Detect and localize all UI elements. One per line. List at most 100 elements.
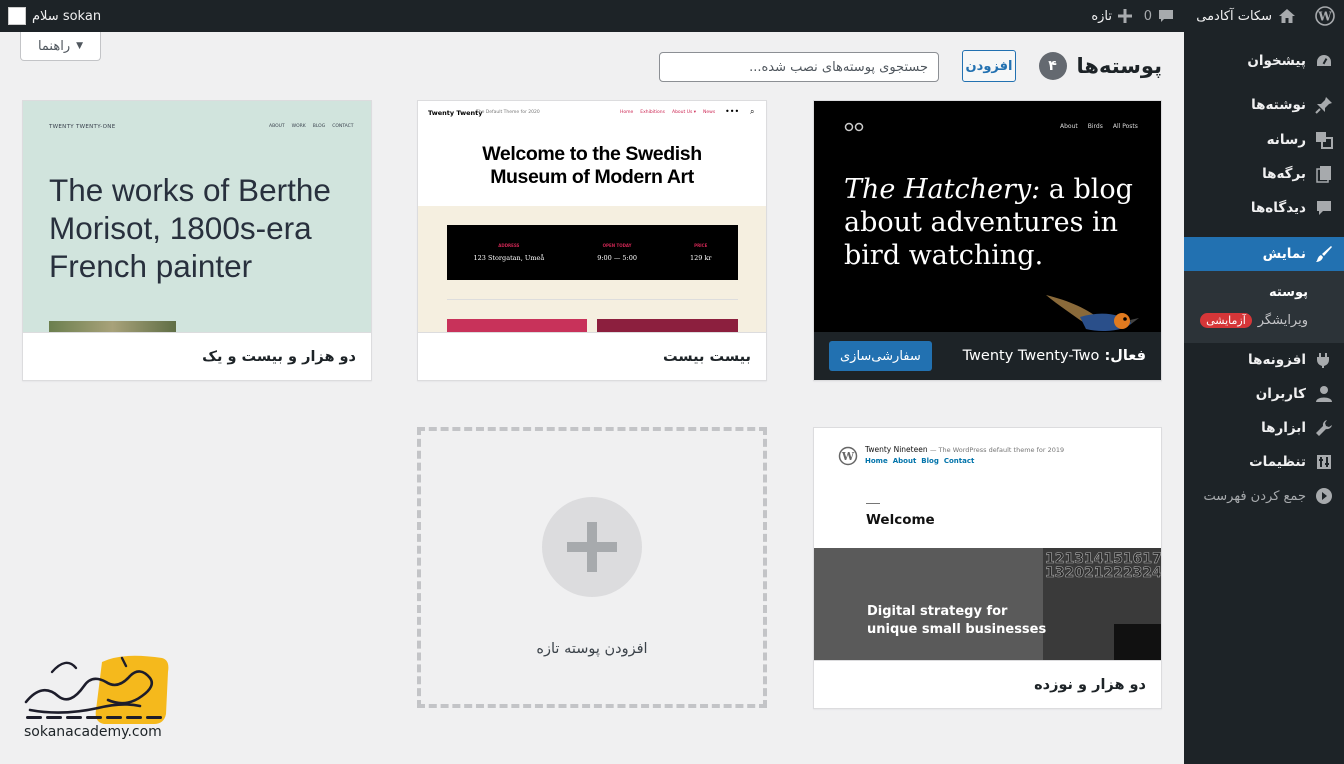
shot-info-value: 123 Storgatan, Umeå — [473, 254, 545, 262]
shot-banner-line: unique small businesses — [867, 622, 1047, 637]
sidebar-item-label: نمایش — [1262, 246, 1306, 262]
shot-calendar-number: 13 — [1064, 551, 1084, 567]
theme-name: Twenty Twenty-Two — [962, 348, 1100, 364]
sidebar-item-media[interactable]: رسانه — [1184, 123, 1344, 157]
collapse-icon — [1314, 486, 1334, 506]
shot-info-label: PRICE — [694, 243, 708, 248]
theme-screenshot: Twenty Twenty The Default Theme for 2020… — [418, 101, 766, 333]
shot-info-box: ADDRESS 123 Storgatan, Umeå OPEN TODAY 9:0… — [447, 225, 738, 280]
theme-card-twentytwenty[interactable]: Twenty Twenty The Default Theme for 2020… — [417, 100, 767, 381]
theme-screenshot: About Birds All Posts The Hatchery: a bl… — [814, 101, 1161, 333]
shot-info-cell: PRICE 129 kr — [690, 243, 712, 262]
new-label: تازه — [1091, 8, 1112, 24]
shot-info-cell: OPEN TODAY 9:00 — 5:00 — [597, 243, 637, 262]
dashboard-icon — [1314, 51, 1334, 71]
theme-name-bar: دو هزار و نوزده — [814, 660, 1161, 708]
submenu-item-label: پوسته — [1268, 284, 1308, 300]
help-tab-button[interactable]: راهنما ▼ — [20, 32, 101, 61]
admin-bar: W سکات آکادمی 0 تازه سلام sokan — [0, 0, 1344, 32]
shot-image-block — [597, 319, 738, 333]
sidebar-item-dashboard[interactable]: پیشخوان — [1184, 44, 1344, 78]
customize-button[interactable]: سفارشی‌سازی — [829, 341, 932, 371]
sidebar-item-posts[interactable]: نوشته‌ها — [1184, 88, 1344, 122]
appearance-submenu: پوسته ویرایشگر آزمایشی — [1184, 271, 1344, 343]
sidebar-item-label: پیشخوان — [1247, 53, 1306, 69]
shot-nav-item: Home — [620, 110, 634, 115]
collapse-menu-button[interactable]: جمع کردن فهرست — [1184, 479, 1344, 513]
shot-nav-item: ABOUT — [269, 124, 285, 129]
shot-nav: About Birds All Posts — [1060, 123, 1138, 130]
active-theme-bar: فعال: Twenty Twenty-Two سفارشی‌سازی — [814, 332, 1161, 380]
experimental-badge: آزمایشی — [1200, 312, 1252, 328]
collapse-label: جمع کردن فهرست — [1203, 488, 1306, 504]
sidebar-item-pages[interactable]: برگه‌ها — [1184, 157, 1344, 191]
shot-nav: ABOUT WORK BLOG CONTACT — [269, 124, 354, 129]
search-themes-input[interactable] — [659, 52, 939, 82]
sidebar-item-comments[interactable]: دیدگاه‌ها — [1184, 191, 1344, 225]
shot-calendar-number: 24 — [1142, 565, 1161, 581]
sidebar-item-label: برگه‌ها — [1262, 166, 1306, 182]
shot-info-value: 9:00 — 5:00 — [597, 254, 638, 262]
brush-icon — [1314, 244, 1334, 264]
sidebar-item-label: نوشته‌ها — [1251, 97, 1306, 113]
shot-nav-item: CONTACT — [332, 124, 354, 129]
shot-heading-line: Museum of Modern Art — [490, 166, 694, 188]
submenu-item-editor[interactable]: ویرایشگر آزمایشی — [1184, 307, 1344, 333]
shot-brand-line: Twenty Nineteen — The WordPress default … — [865, 445, 1064, 454]
sidebar-item-appearance[interactable]: نمایش — [1176, 237, 1344, 271]
sidebar-item-label: ابزارها — [1261, 420, 1306, 436]
shot-info-label: ADDRESS — [498, 243, 520, 248]
sidebar-item-settings[interactable]: تنظیمات — [1184, 445, 1344, 479]
add-new-theme-card[interactable]: افزودن پوسته تازه — [417, 427, 767, 708]
sidebar-item-label: کاربران — [1255, 386, 1306, 402]
site-name: سکات آکادمی — [1196, 8, 1272, 24]
sidebar-item-tools[interactable]: ابزارها — [1184, 411, 1344, 445]
shot-brand: Twenty Twenty — [428, 109, 483, 117]
shot-divider — [866, 503, 880, 504]
shot-dark-block — [1114, 624, 1161, 660]
submenu-item-themes[interactable]: پوسته — [1184, 279, 1344, 305]
sidebar-item-users[interactable]: کاربران — [1184, 377, 1344, 411]
media-icon — [1314, 130, 1334, 150]
shot-info-cell: ADDRESS 123 Storgatan, Umeå — [473, 243, 544, 262]
shot-brand: TWENTY TWENTY-ONE — [49, 124, 116, 130]
shot-nav-item: WORK — [291, 124, 306, 129]
shot-heading-line: French painter — [49, 248, 253, 284]
shot-welcome: Welcome — [866, 512, 935, 528]
shot-nav-item: All Posts — [1112, 123, 1138, 130]
shot-heading-line: The works of Berthe — [49, 172, 331, 208]
logo-url-text: sokanacademy.com — [24, 724, 162, 740]
shot-nav-item: Blog — [921, 457, 939, 465]
plus-icon — [567, 522, 617, 572]
new-content-link[interactable]: تازه — [1091, 0, 1132, 32]
site-name-link[interactable]: سکات آکادمی — [1196, 0, 1296, 32]
shot-nav-item: About Us ▾ — [671, 110, 697, 115]
theme-name: دو هزار و بیست و یک — [202, 348, 356, 365]
theme-screenshot: TWENTY TWENTY-ONE ABOUT WORK BLOG CONTAC… — [23, 101, 371, 333]
svg-text:W: W — [1317, 10, 1332, 24]
theme-name: بیست بیست — [663, 348, 751, 365]
theme-card-twentynineteen[interactable]: W Twenty Nineteen — The WordPress defaul… — [813, 427, 1162, 709]
shot-calendar-number: 12 — [1045, 551, 1065, 567]
comments-link[interactable]: 0 — [1144, 0, 1174, 32]
shot-heading: The Hatchery: a blog about adventures in… — [844, 173, 1133, 272]
wordpress-logo-icon[interactable]: W — [1312, 0, 1338, 32]
shot-banner-line: Digital strategy for — [867, 604, 1008, 619]
shot-nav-item: Exhibitions — [640, 110, 665, 115]
shot-calendar-number: 23 — [1122, 565, 1143, 581]
sidebar-item-plugins[interactable]: افزونه‌ها — [1184, 343, 1344, 377]
pin-icon — [1314, 95, 1334, 115]
shot-tagline: The Default Theme for 2020 — [476, 110, 540, 115]
theme-card-twentytwentytwo[interactable]: About Birds All Posts The Hatchery: a bl… — [813, 100, 1162, 381]
plus-icon — [1118, 9, 1132, 23]
shot-nav-item: Birds — [1087, 123, 1103, 130]
menu-dots-icon: ••• — [725, 107, 740, 116]
add-theme-button[interactable]: افزودن — [962, 50, 1016, 82]
shot-nav: Home Exhibitions About Us ▾ News — [620, 110, 715, 115]
theme-card-twentytwentyone[interactable]: TWENTY TWENTY-ONE ABOUT WORK BLOG CONTAC… — [22, 100, 372, 381]
my-account-link[interactable]: سلام sokan — [8, 0, 101, 32]
active-prefix: فعال: — [1104, 348, 1146, 364]
add-new-label: افزودن پوسته تازه — [536, 641, 648, 657]
shot-info-value: 129 kr — [689, 254, 712, 262]
shot-heading-line: Welcome to the Swedish — [482, 143, 702, 165]
